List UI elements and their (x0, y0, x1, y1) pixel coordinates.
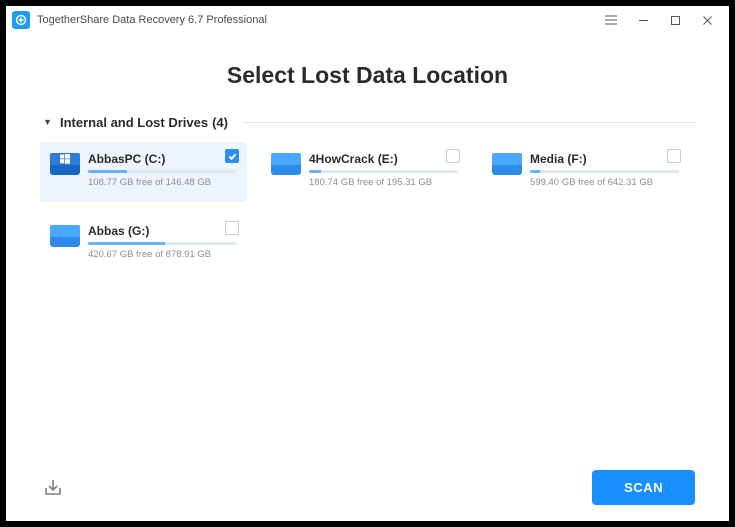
drive-checkbox[interactable] (667, 149, 681, 163)
footer: SCAN (6, 461, 729, 521)
drive-usage-bar (88, 170, 237, 173)
drive-free-text: 180.74 GB free of 195.31 GB (309, 177, 458, 188)
collapse-arrow-icon (40, 119, 54, 126)
drive-checkbox[interactable] (225, 221, 239, 235)
drive-usage-bar (88, 242, 237, 245)
drive-free-text: 108.77 GB free of 146.48 GB (88, 177, 237, 188)
section-label: Internal and Lost Drives (60, 115, 208, 130)
menu-button[interactable] (595, 6, 627, 34)
titlebar: TogetherShare Data Recovery 6.7 Professi… (6, 6, 729, 34)
drive-name: Abbas (G:) (88, 224, 237, 238)
section-header[interactable]: Internal and Lost Drives (4) (40, 115, 695, 130)
section-count: (4) (212, 115, 228, 130)
drive-checkbox[interactable] (225, 149, 239, 163)
drive-icon (271, 153, 301, 177)
close-button[interactable] (691, 6, 723, 34)
drive-free-text: 420.67 GB free of 878.91 GB (88, 249, 237, 260)
minimize-button[interactable] (627, 6, 659, 34)
section-divider (242, 122, 695, 123)
scan-button[interactable]: SCAN (592, 470, 695, 505)
content-area: Select Lost Data Location Internal and L… (6, 34, 729, 461)
drive-free-text: 599.40 GB free of 642.31 GB (530, 177, 679, 188)
app-title: TogetherShare Data Recovery 6.7 Professi… (37, 14, 267, 26)
drive-name: AbbasPC (C:) (88, 152, 237, 166)
drive-usage-bar (530, 170, 679, 173)
drive-card[interactable]: Media (F:) 599.40 GB free of 642.31 GB (482, 142, 689, 202)
page-title: Select Lost Data Location (40, 62, 695, 89)
drive-usage-bar (309, 170, 458, 173)
drive-name: Media (F:) (530, 152, 679, 166)
drive-grid: AbbasPC (C:) 108.77 GB free of 146.48 GB 4… (40, 142, 695, 274)
drive-checkbox[interactable] (446, 149, 460, 163)
drive-card[interactable]: Abbas (G:) 420.67 GB free of 878.91 GB (40, 214, 247, 274)
import-session-button[interactable] (40, 474, 66, 500)
drive-card[interactable]: AbbasPC (C:) 108.77 GB free of 146.48 GB (40, 142, 247, 202)
app-window: TogetherShare Data Recovery 6.7 Professi… (6, 6, 729, 521)
drive-name: 4HowCrack (E:) (309, 152, 458, 166)
maximize-button[interactable] (659, 6, 691, 34)
app-logo-icon (12, 11, 30, 29)
drive-icon (50, 225, 80, 249)
drive-icon (492, 153, 522, 177)
os-drive-icon (50, 153, 80, 177)
drive-card[interactable]: 4HowCrack (E:) 180.74 GB free of 195.31 G… (261, 142, 468, 202)
